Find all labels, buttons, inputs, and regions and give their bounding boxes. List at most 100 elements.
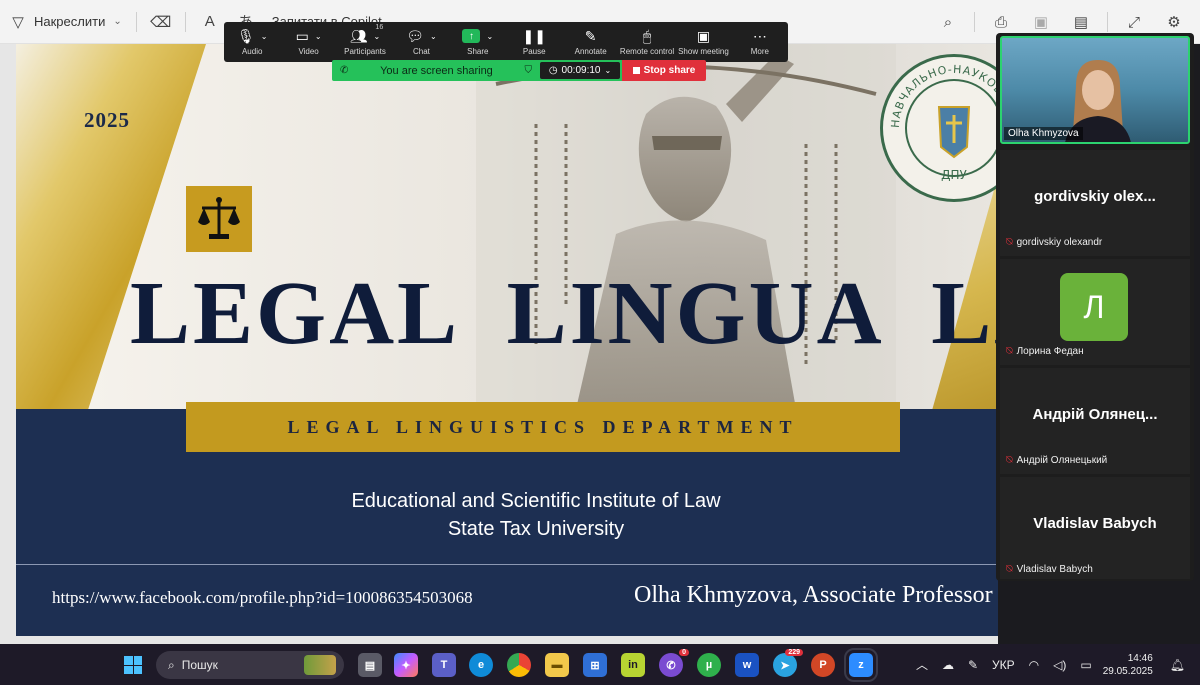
save-icon[interactable]: ▣ <box>1031 12 1051 32</box>
utorrent-app-icon[interactable]: µ <box>697 653 721 677</box>
document-canvas[interactable]: НАВЧАЛЬНО-НАУКОВИЙ ДПУ 2025 <box>0 44 998 644</box>
shield-icon: ⛉ <box>524 65 533 76</box>
facebook-link: https://www.facebook.com/profile.php?id=… <box>52 588 473 607</box>
participant-display-name: gordivskiy olex... <box>1034 188 1156 205</box>
audio-button[interactable]: 🎙︎ ⌄ Audio <box>224 25 280 57</box>
chevron-up-icon[interactable]: ︿ <box>916 656 928 673</box>
text-size-button[interactable]: A <box>192 0 228 44</box>
draw-label: Накреслити <box>34 14 106 29</box>
clock-time: 14:46 <box>1127 652 1153 664</box>
timer-value: 00:09:10 <box>561 65 601 76</box>
remote-control-button[interactable]: 🖱︎ Remote control <box>619 25 675 57</box>
screen: ▽ Накреслити ⌄ ⌫ A あ Запитати в Copilot … <box>0 0 1200 685</box>
share-screen-icon: ↑ <box>462 29 481 43</box>
participant-tile[interactable]: gordivskiy olex... ⍉ gordivskiy olexandr <box>1000 150 1190 256</box>
participant-tile[interactable]: Л ⍉ Лорина Федан <box>1000 259 1190 365</box>
phone-icon: ✆ <box>340 65 349 76</box>
chrome-app-icon[interactable] <box>507 653 531 677</box>
wifi-icon[interactable]: ◠ <box>1029 658 1039 672</box>
settings-icon[interactable]: ⚙ <box>1164 12 1184 32</box>
onedrive-icon[interactable]: ☁ <box>942 658 954 672</box>
task-view-icon[interactable]: ▤ <box>358 653 382 677</box>
divider <box>974 12 975 32</box>
volume-icon[interactable]: ◁) <box>1053 658 1066 672</box>
participant-tile[interactable]: Vladislav Babych ⍉ Vladislav Babych <box>1000 477 1190 579</box>
telegram-app-icon[interactable]: ➤ 229 <box>773 649 803 677</box>
author-credit: Olha Khmyzova, Associate Professor <box>634 582 993 608</box>
active-speaker-tile[interactable]: Olha Khmyzova <box>1000 36 1190 144</box>
annotate-button[interactable]: ✎ Annotate <box>562 25 618 57</box>
title-slide: НАВЧАЛЬНО-НАУКОВИЙ ДПУ 2025 <box>16 44 998 636</box>
edge-app-icon[interactable]: e <box>469 653 493 677</box>
chat-icon: 💬︎ ⌄ <box>406 27 437 44</box>
scales-of-justice-icon <box>186 186 252 252</box>
microsoft-store-icon[interactable]: ⊞ <box>583 653 607 677</box>
linkedin-learning-icon[interactable]: in <box>621 653 645 677</box>
institute-line-1: Educational and Scientific Institute of … <box>351 490 721 512</box>
stop-share-label: Stop share <box>643 65 696 76</box>
chevron-down-icon[interactable]: ⌄ <box>113 16 121 27</box>
share-timer[interactable]: ◷ 00:09:10 ⌄ <box>538 60 622 81</box>
fullscreen-icon[interactable]: ⤢ <box>1124 12 1144 32</box>
print-icon[interactable]: ⎙ <box>991 12 1011 32</box>
windows-start-icon[interactable] <box>124 656 142 674</box>
draw-tool[interactable]: ▽ Накреслити ⌄ <box>0 0 130 44</box>
participant-full-name: Андрій Олянецький <box>1016 455 1108 466</box>
taskbar-clock[interactable]: 14:46 29.05.2025 <box>1103 652 1153 678</box>
muted-mic-icon: ⍉ <box>1006 236 1013 248</box>
participant-full-name: Vladislav Babych <box>1016 564 1093 575</box>
zoom-sharing-toolbar: 🎙︎ ⌄ Audio ▭ ⌄ Video 👥︎ ⌄ 16 Participants 💬… <box>224 22 788 62</box>
pause-icon: ❚❚ <box>522 27 546 44</box>
participant-tile[interactable]: Андрій Олянец... ⍉ Андрій Олянецький <box>1000 368 1190 474</box>
video-button[interactable]: ▭ ⌄ Video <box>280 25 336 57</box>
webex-app-icon[interactable]: w <box>735 653 759 677</box>
taskbar-search[interactable]: ⌕ Пошук <box>156 651 344 679</box>
system-tray: ︿ ☁ ✎ УКР ◠ ◁) ▭ 14:46 29.05.2025 🔔︎ <box>909 644 1192 685</box>
teams-app-icon[interactable]: T <box>432 653 456 677</box>
save-as-icon[interactable]: ▤ <box>1071 12 1091 32</box>
participant-full-name: Лорина Федан <box>1016 346 1084 357</box>
erase-button[interactable]: ⌫ <box>143 0 179 44</box>
show-meeting-icon: ▣ <box>696 27 711 44</box>
zoom-app-icon[interactable]: z <box>844 648 878 682</box>
file-explorer-icon[interactable]: ▬ <box>545 653 569 677</box>
participant-full-name: gordivskiy olexandr <box>1016 237 1103 248</box>
sharing-text: You are screen sharing <box>380 64 493 77</box>
department-name: LEGAL LINGUISTICS DEPARTMENT <box>287 416 799 437</box>
copilot-app-icon[interactable]: ✦ <box>394 653 418 677</box>
avatar: Л <box>1060 273 1128 341</box>
stop-icon <box>632 67 640 74</box>
powerpoint-app-icon[interactable]: P <box>811 653 835 677</box>
viber-badge: 0 <box>679 649 689 656</box>
keyboard-language[interactable]: УКР <box>992 658 1015 672</box>
institute-line-2: State Tax University <box>447 518 625 540</box>
participant-display-name: Vladislav Babych <box>1033 515 1157 532</box>
telegram-badge: 229 <box>785 649 803 656</box>
share-button[interactable]: ↑ ⌄ Share <box>450 25 506 56</box>
chat-button[interactable]: 💬︎ ⌄ Chat <box>393 25 449 57</box>
more-button[interactable]: ⋯ More <box>732 25 788 57</box>
sharing-status: ✆ You are screen sharing ⛉ <box>332 60 538 81</box>
participant-display-name: Андрій Олянец... <box>1032 406 1158 423</box>
participants-button[interactable]: 👥︎ ⌄ 16 Participants <box>337 24 393 56</box>
participant-count: 16 <box>375 24 384 31</box>
camera-icon: ▭ ⌄ <box>295 27 322 44</box>
pause-button[interactable]: ❚❚ Pause <box>506 25 562 57</box>
notification-bell-icon[interactable]: 🔔︎ <box>1170 658 1185 672</box>
department-banner: LEGAL LINGUISTICS DEPARTMENT <box>186 402 900 452</box>
divider <box>184 11 186 32</box>
stop-share-button[interactable]: Stop share <box>622 60 706 81</box>
chevron-down-icon: ⌄ <box>604 66 612 75</box>
show-meeting-button[interactable]: ▣ Show meeting <box>675 25 731 57</box>
svg-text:ДПУ: ДПУ <box>941 168 967 182</box>
viber-app-icon[interactable]: ✆ 0 <box>659 649 689 677</box>
mouse-icon: 🖱︎ <box>642 27 652 44</box>
battery-icon[interactable]: ▭ <box>1080 658 1091 672</box>
university-seal-logo: НАВЧАЛЬНО-НАУКОВИЙ ДПУ <box>880 54 998 202</box>
slide-year: 2025 <box>84 108 130 132</box>
text-size-icon: A <box>204 13 215 30</box>
pen-tray-icon[interactable]: ✎ <box>968 658 978 672</box>
search-highlight-image <box>304 655 336 675</box>
windows-taskbar: ⌕ Пошук ▤ ✦ T e ▬ ⊞ in ✆ 0 µ w ➤ 229 P z ︿… <box>0 644 1200 685</box>
search-icon[interactable]: ⌕ <box>938 12 958 32</box>
